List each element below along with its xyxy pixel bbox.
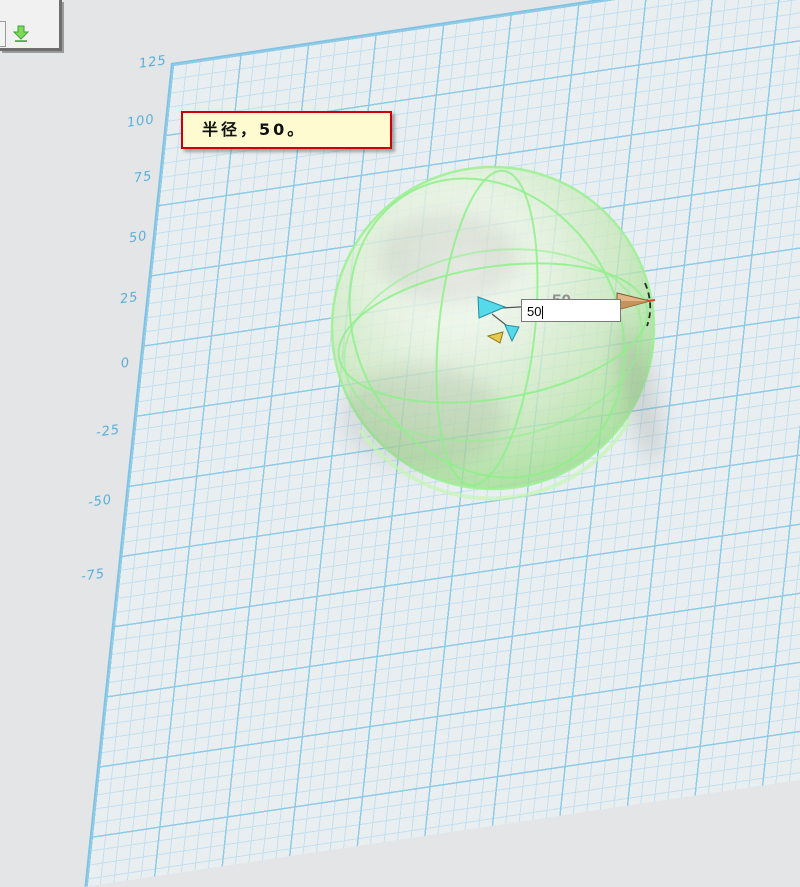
toolbar-button-fragment[interactable] [0,21,6,47]
radius-input[interactable]: 50 [521,299,621,322]
axis-tick-minus25: -25 [95,422,121,440]
axis-tick-50: 50 [128,229,148,246]
radius-tooltip: 半径，50。 [181,111,392,149]
3d-viewport[interactable]: 125 100 75 50 25 0 -25 -50 -75 [0,0,800,600]
radius-tooltip-text: 半径，50。 [202,120,306,139]
text-caret [542,306,543,319]
import-button[interactable] [12,25,30,43]
axis-tick-minus50: -50 [87,492,113,510]
green-download-arrow-icon [14,26,28,42]
axis-tick-25: 25 [119,290,139,307]
axis-tick-100: 100 [126,112,156,131]
mini-toolbar [0,0,62,51]
axis-tick-minus75: -75 [80,566,106,584]
axis-tick-0: 0 [120,355,131,371]
radius-input-value: 50 [527,304,541,319]
axis-tick-75: 75 [133,169,153,186]
axis-tick-125: 125 [138,53,168,72]
